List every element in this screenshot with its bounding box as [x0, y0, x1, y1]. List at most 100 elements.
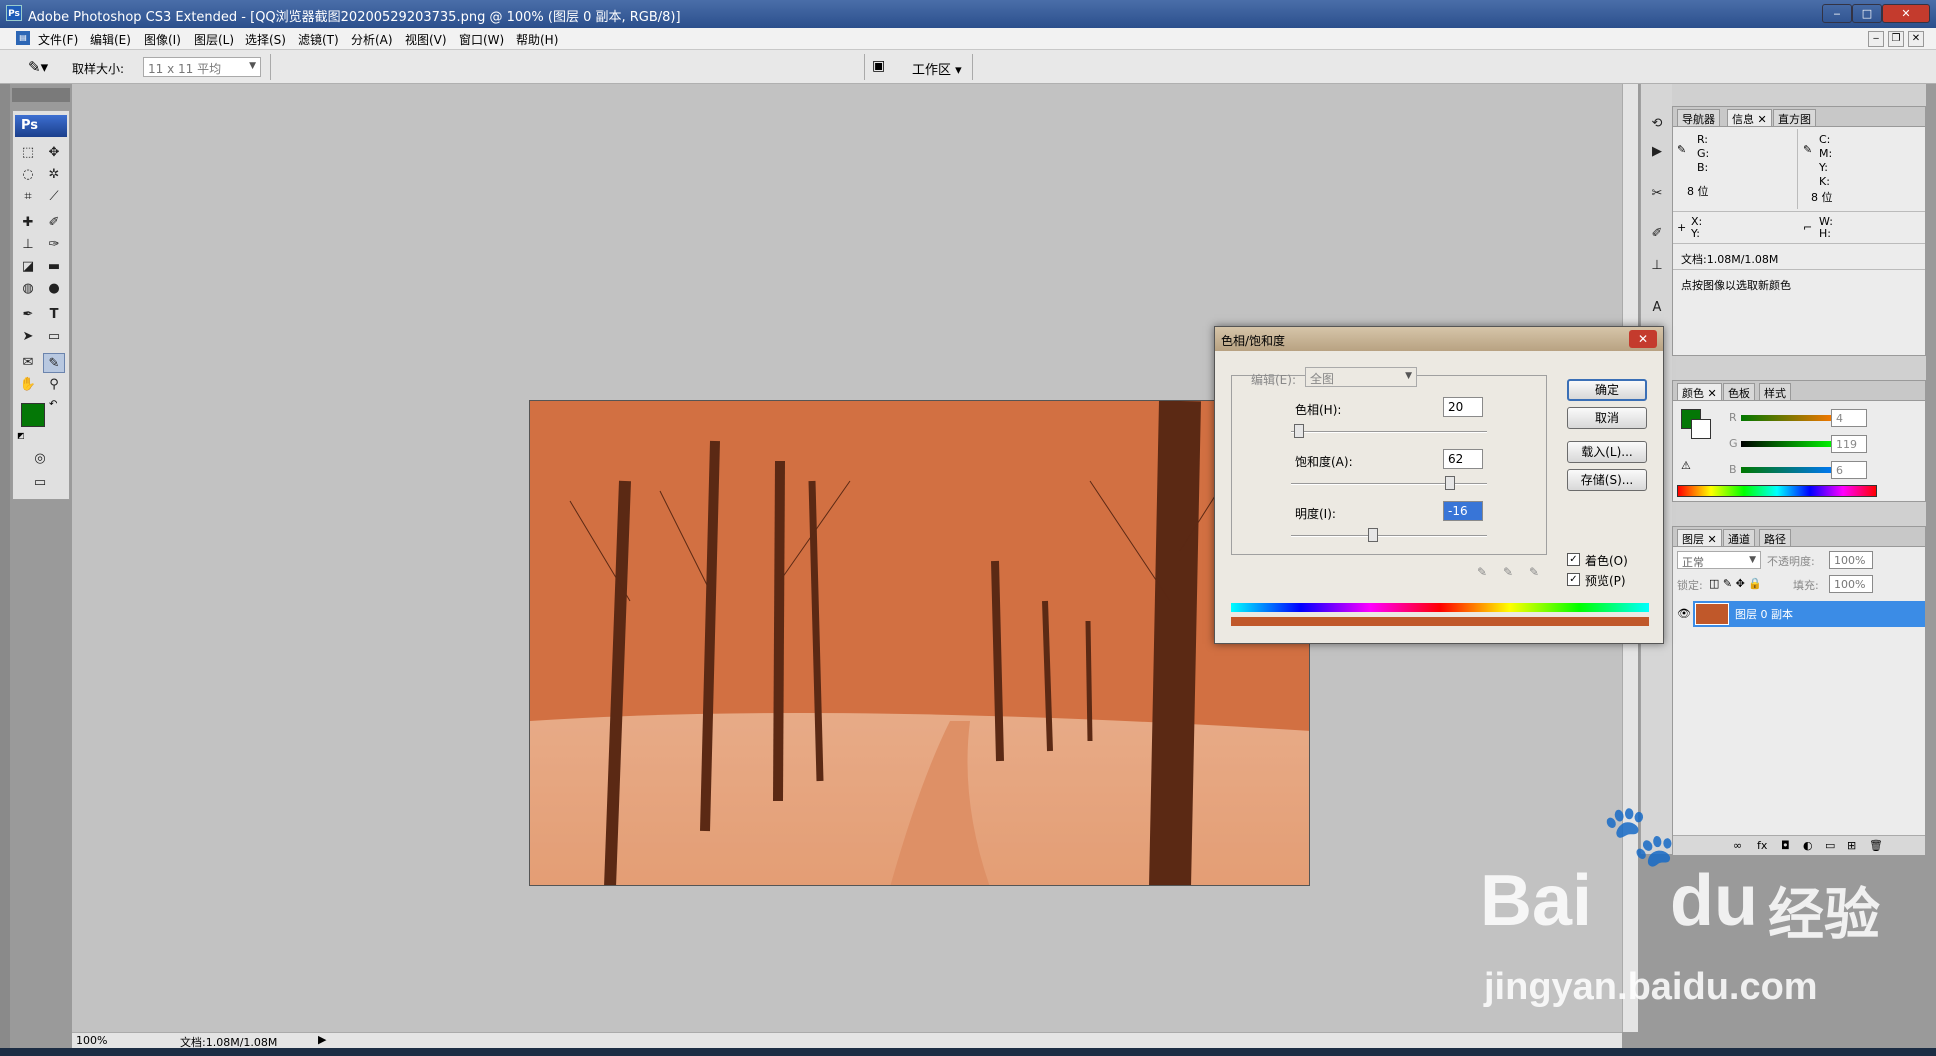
quick-mask-icon[interactable]: ◎ — [29, 449, 51, 469]
maximize-button[interactable]: □ — [1852, 4, 1882, 23]
color-b-field[interactable]: 6 — [1831, 461, 1867, 479]
character-panel-icon[interactable]: A — [1646, 298, 1668, 318]
eyedropper-icon[interactable]: ✎ — [1477, 565, 1487, 579]
file-browser-icon[interactable]: ▣ — [872, 58, 885, 74]
shape-tool-icon[interactable]: ▭ — [43, 327, 65, 347]
blur-tool-icon[interactable]: ◍ — [17, 279, 39, 299]
color-g-slider[interactable] — [1741, 441, 1837, 447]
move-tool-icon[interactable]: ✥ — [43, 143, 65, 163]
close-window-button[interactable]: ✕ — [1882, 4, 1930, 23]
clone-source-icon[interactable]: ⊥ — [1646, 256, 1668, 276]
menu-window[interactable]: 窗口(W) — [459, 31, 504, 48]
tab-navigator[interactable]: 导航器 — [1677, 109, 1720, 126]
menu-layer[interactable]: 图层(L) — [194, 31, 234, 48]
lock-icons[interactable]: ◫ ✎ ✥ 🔒 — [1709, 577, 1762, 590]
tab-paths[interactable]: 路径 — [1759, 529, 1791, 546]
lightness-slider-thumb[interactable] — [1368, 528, 1379, 542]
lightness-slider[interactable] — [1291, 535, 1487, 537]
magic-wand-tool-icon[interactable]: ✲ — [43, 165, 65, 185]
eyedropper-minus-icon[interactable]: ✎ — [1529, 565, 1539, 579]
status-menu-arrow-icon[interactable]: ▶ — [318, 1033, 326, 1046]
color-spectrum-bar[interactable] — [1677, 485, 1877, 497]
preview-checkbox[interactable]: ✓ — [1567, 573, 1580, 586]
eraser-tool-icon[interactable]: ◪ — [17, 257, 39, 277]
pen-tool-icon[interactable]: ✒ — [17, 305, 39, 325]
menu-image[interactable]: 图像(I) — [144, 31, 181, 48]
crop-tool-icon[interactable]: ⌗ — [17, 187, 39, 207]
doc-minimize-button[interactable]: ‒ — [1868, 31, 1884, 47]
eyedropper-tool-icon[interactable]: ✎ — [43, 353, 65, 373]
saturation-field[interactable]: 62 — [1443, 449, 1483, 469]
tab-color[interactable]: 颜色 ✕ — [1677, 383, 1722, 400]
tool-presets-icon[interactable]: ✂ — [1646, 184, 1668, 204]
eye-visibility-icon[interactable]: 👁 — [1677, 607, 1691, 620]
color-bg-swatch[interactable] — [1691, 419, 1711, 439]
clone-stamp-tool-icon[interactable]: ⊥ — [17, 235, 39, 255]
actions-panel-icon[interactable]: ▶ — [1646, 142, 1668, 162]
menu-view[interactable]: 视图(V) — [405, 31, 447, 48]
doc-restore-button[interactable]: ❐ — [1888, 31, 1904, 47]
colorize-checkbox[interactable]: ✓ — [1567, 553, 1580, 566]
menu-file[interactable]: 文件(F) — [38, 31, 78, 48]
sample-size-select[interactable]: 11 x 11 平均 ▼ — [143, 57, 261, 77]
swap-colors-icon[interactable]: ↶ — [49, 399, 57, 410]
menu-help[interactable]: 帮助(H) — [516, 31, 558, 48]
dialog-titlebar[interactable]: 色相/饱和度 ✕ — [1215, 327, 1663, 351]
hue-slider-thumb[interactable] — [1293, 424, 1304, 438]
saturation-slider-thumb[interactable] — [1444, 476, 1455, 490]
path-selection-tool-icon[interactable]: ➤ — [17, 327, 39, 347]
toolbox-header[interactable] — [12, 88, 70, 102]
slice-tool-icon[interactable]: ⟋ — [43, 187, 65, 207]
tab-histogram[interactable]: 直方图 — [1773, 109, 1816, 126]
eyedropper-plus-icon[interactable]: ✎ — [1503, 565, 1513, 579]
history-brush-tool-icon[interactable]: ✑ — [43, 235, 65, 255]
eyedropper-tool-icon[interactable]: ✎▾ — [28, 58, 48, 76]
brush-tool-icon[interactable]: ✐ — [43, 213, 65, 233]
document-image[interactable] — [529, 400, 1310, 886]
load-button[interactable]: 载入(L)... — [1567, 441, 1647, 463]
history-panel-icon[interactable]: ⟲ — [1646, 114, 1668, 134]
hand-tool-icon[interactable]: ✋ — [17, 375, 39, 395]
type-tool-icon[interactable]: T — [43, 305, 65, 325]
healing-brush-tool-icon[interactable]: ✚ — [17, 213, 39, 233]
tab-styles[interactable]: 样式 — [1759, 383, 1791, 400]
menu-filter[interactable]: 滤镜(T) — [298, 31, 339, 48]
tab-info[interactable]: 信息 ✕ — [1727, 109, 1772, 126]
dodge-tool-icon[interactable]: ● — [43, 279, 65, 299]
hue-field[interactable]: 20 — [1443, 397, 1483, 417]
hue-slider[interactable] — [1291, 431, 1487, 433]
menu-edit[interactable]: 编辑(E) — [90, 31, 131, 48]
marquee-tool-icon[interactable]: ⬚ — [17, 143, 39, 163]
color-r-slider[interactable] — [1741, 415, 1837, 421]
notes-tool-icon[interactable]: ✉ — [17, 353, 39, 373]
default-colors-icon[interactable]: ◩ — [17, 431, 25, 440]
color-r-field[interactable]: 4 — [1831, 409, 1867, 427]
saturation-slider[interactable] — [1291, 483, 1487, 485]
layer-row[interactable]: 图层 0 副本 — [1693, 601, 1925, 627]
fill-field[interactable]: 100% — [1829, 575, 1873, 593]
gradient-tool-icon[interactable]: ▬ — [43, 257, 65, 277]
dialog-close-button[interactable]: ✕ — [1629, 330, 1657, 348]
opacity-field[interactable]: 100% — [1829, 551, 1873, 569]
tab-swatches[interactable]: 色板 — [1723, 383, 1755, 400]
tab-channels[interactable]: 通道 — [1723, 529, 1755, 546]
workspace-menu[interactable]: 工作区 ▾ — [912, 59, 962, 78]
lightness-field[interactable]: -16 — [1443, 501, 1483, 521]
doc-close-button[interactable]: ✕ — [1908, 31, 1924, 47]
edit-range-select[interactable]: 全图 ▼ — [1305, 367, 1417, 387]
foreground-color-swatch[interactable] — [21, 403, 45, 427]
menu-select[interactable]: 选择(S) — [245, 31, 286, 48]
menu-analysis[interactable]: 分析(A) — [351, 31, 393, 48]
tab-layers[interactable]: 图层 ✕ — [1677, 529, 1722, 546]
lasso-tool-icon[interactable]: ◌ — [17, 165, 39, 185]
ok-button[interactable]: 确定 — [1567, 379, 1647, 401]
zoom-tool-icon[interactable]: ⚲ — [43, 375, 65, 395]
zoom-level[interactable]: 100% — [76, 1034, 107, 1047]
blend-mode-select[interactable]: 正常 ▼ — [1677, 551, 1761, 569]
color-g-field[interactable]: 119 — [1831, 435, 1867, 453]
cancel-button[interactable]: 取消 — [1567, 407, 1647, 429]
save-button[interactable]: 存储(S)... — [1567, 469, 1647, 491]
brushes-panel-icon[interactable]: ✐ — [1646, 224, 1668, 244]
screen-mode-icon[interactable]: ▭ — [29, 473, 51, 493]
gamut-warning-icon[interactable]: ⚠ — [1681, 459, 1691, 472]
